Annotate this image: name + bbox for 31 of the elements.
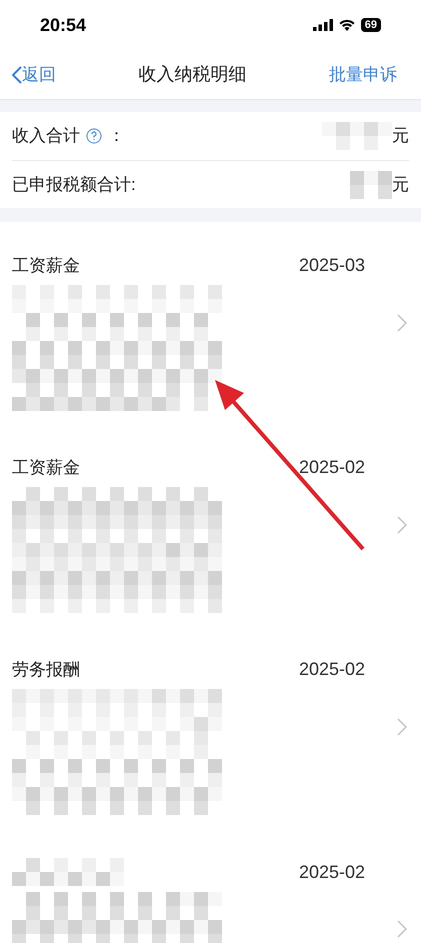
chevron-right-icon [397,920,407,938]
summary-label: 收入合计 [12,125,80,148]
batch-appeal-button[interactable]: 批量申诉 [329,62,397,88]
record-row[interactable]: 2025-02 [0,828,421,943]
amount-unit: 元 [392,174,409,196]
record-date: 2025-02 [298,658,365,681]
redaction-mosaic [322,122,392,150]
help-icon[interactable] [86,128,102,144]
chevron-right-icon [397,718,407,736]
record-date: 2025-03 [298,254,365,277]
chevron-left-icon [12,66,22,84]
income-category: 工资薪金 [12,456,80,479]
redaction-mosaic [350,170,392,198]
chevron-right-icon [397,314,407,332]
record-row[interactable]: 工资薪金 2025-03 [0,222,421,424]
colon: ： [108,125,125,148]
status-time: 20:54 [40,14,86,36]
record-date: 2025-02 [298,860,365,884]
amount-unit: 元 [392,125,409,148]
income-category: 劳务报酬 [12,658,80,681]
summary-label: 已申报税额合计: [12,174,136,196]
record-row[interactable]: 劳务报酬 2025-02 [0,626,421,828]
chevron-right-icon [397,516,407,534]
back-button[interactable]: 返回 [12,62,56,88]
income-category: 工资薪金 [12,254,80,277]
wifi-icon [338,19,355,31]
record-row[interactable]: 工资薪金 2025-02 [0,424,421,626]
page-title: 收入纳税明细 [138,63,246,86]
record-date: 2025-02 [298,456,365,479]
battery-level: 69 [360,18,381,32]
signal-icon [312,19,333,31]
